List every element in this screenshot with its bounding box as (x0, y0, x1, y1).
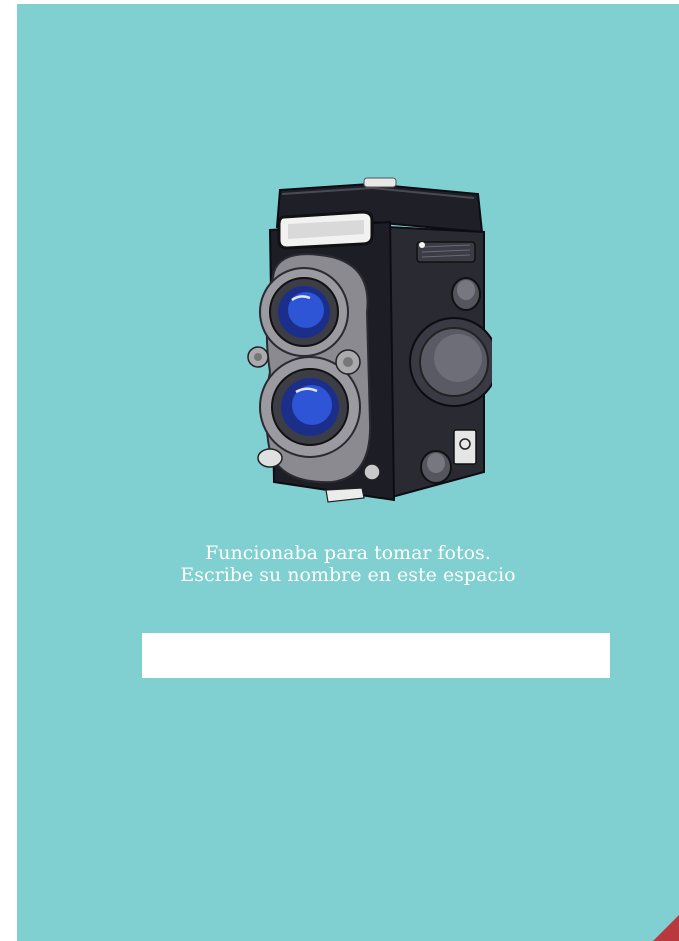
instruction-text: Funcionaba para tomar fotos. Escribe su … (17, 542, 679, 586)
answer-input[interactable] (142, 633, 610, 678)
twin-lens-reflex-camera-icon (247, 177, 492, 503)
instruction-line-1: Funcionaba para tomar fotos. (205, 542, 491, 564)
page-corner-fold (653, 915, 679, 941)
worksheet-page: Funcionaba para tomar fotos. Escribe su … (17, 4, 679, 941)
instruction-line-2: Escribe su nombre en este espacio (180, 564, 516, 586)
